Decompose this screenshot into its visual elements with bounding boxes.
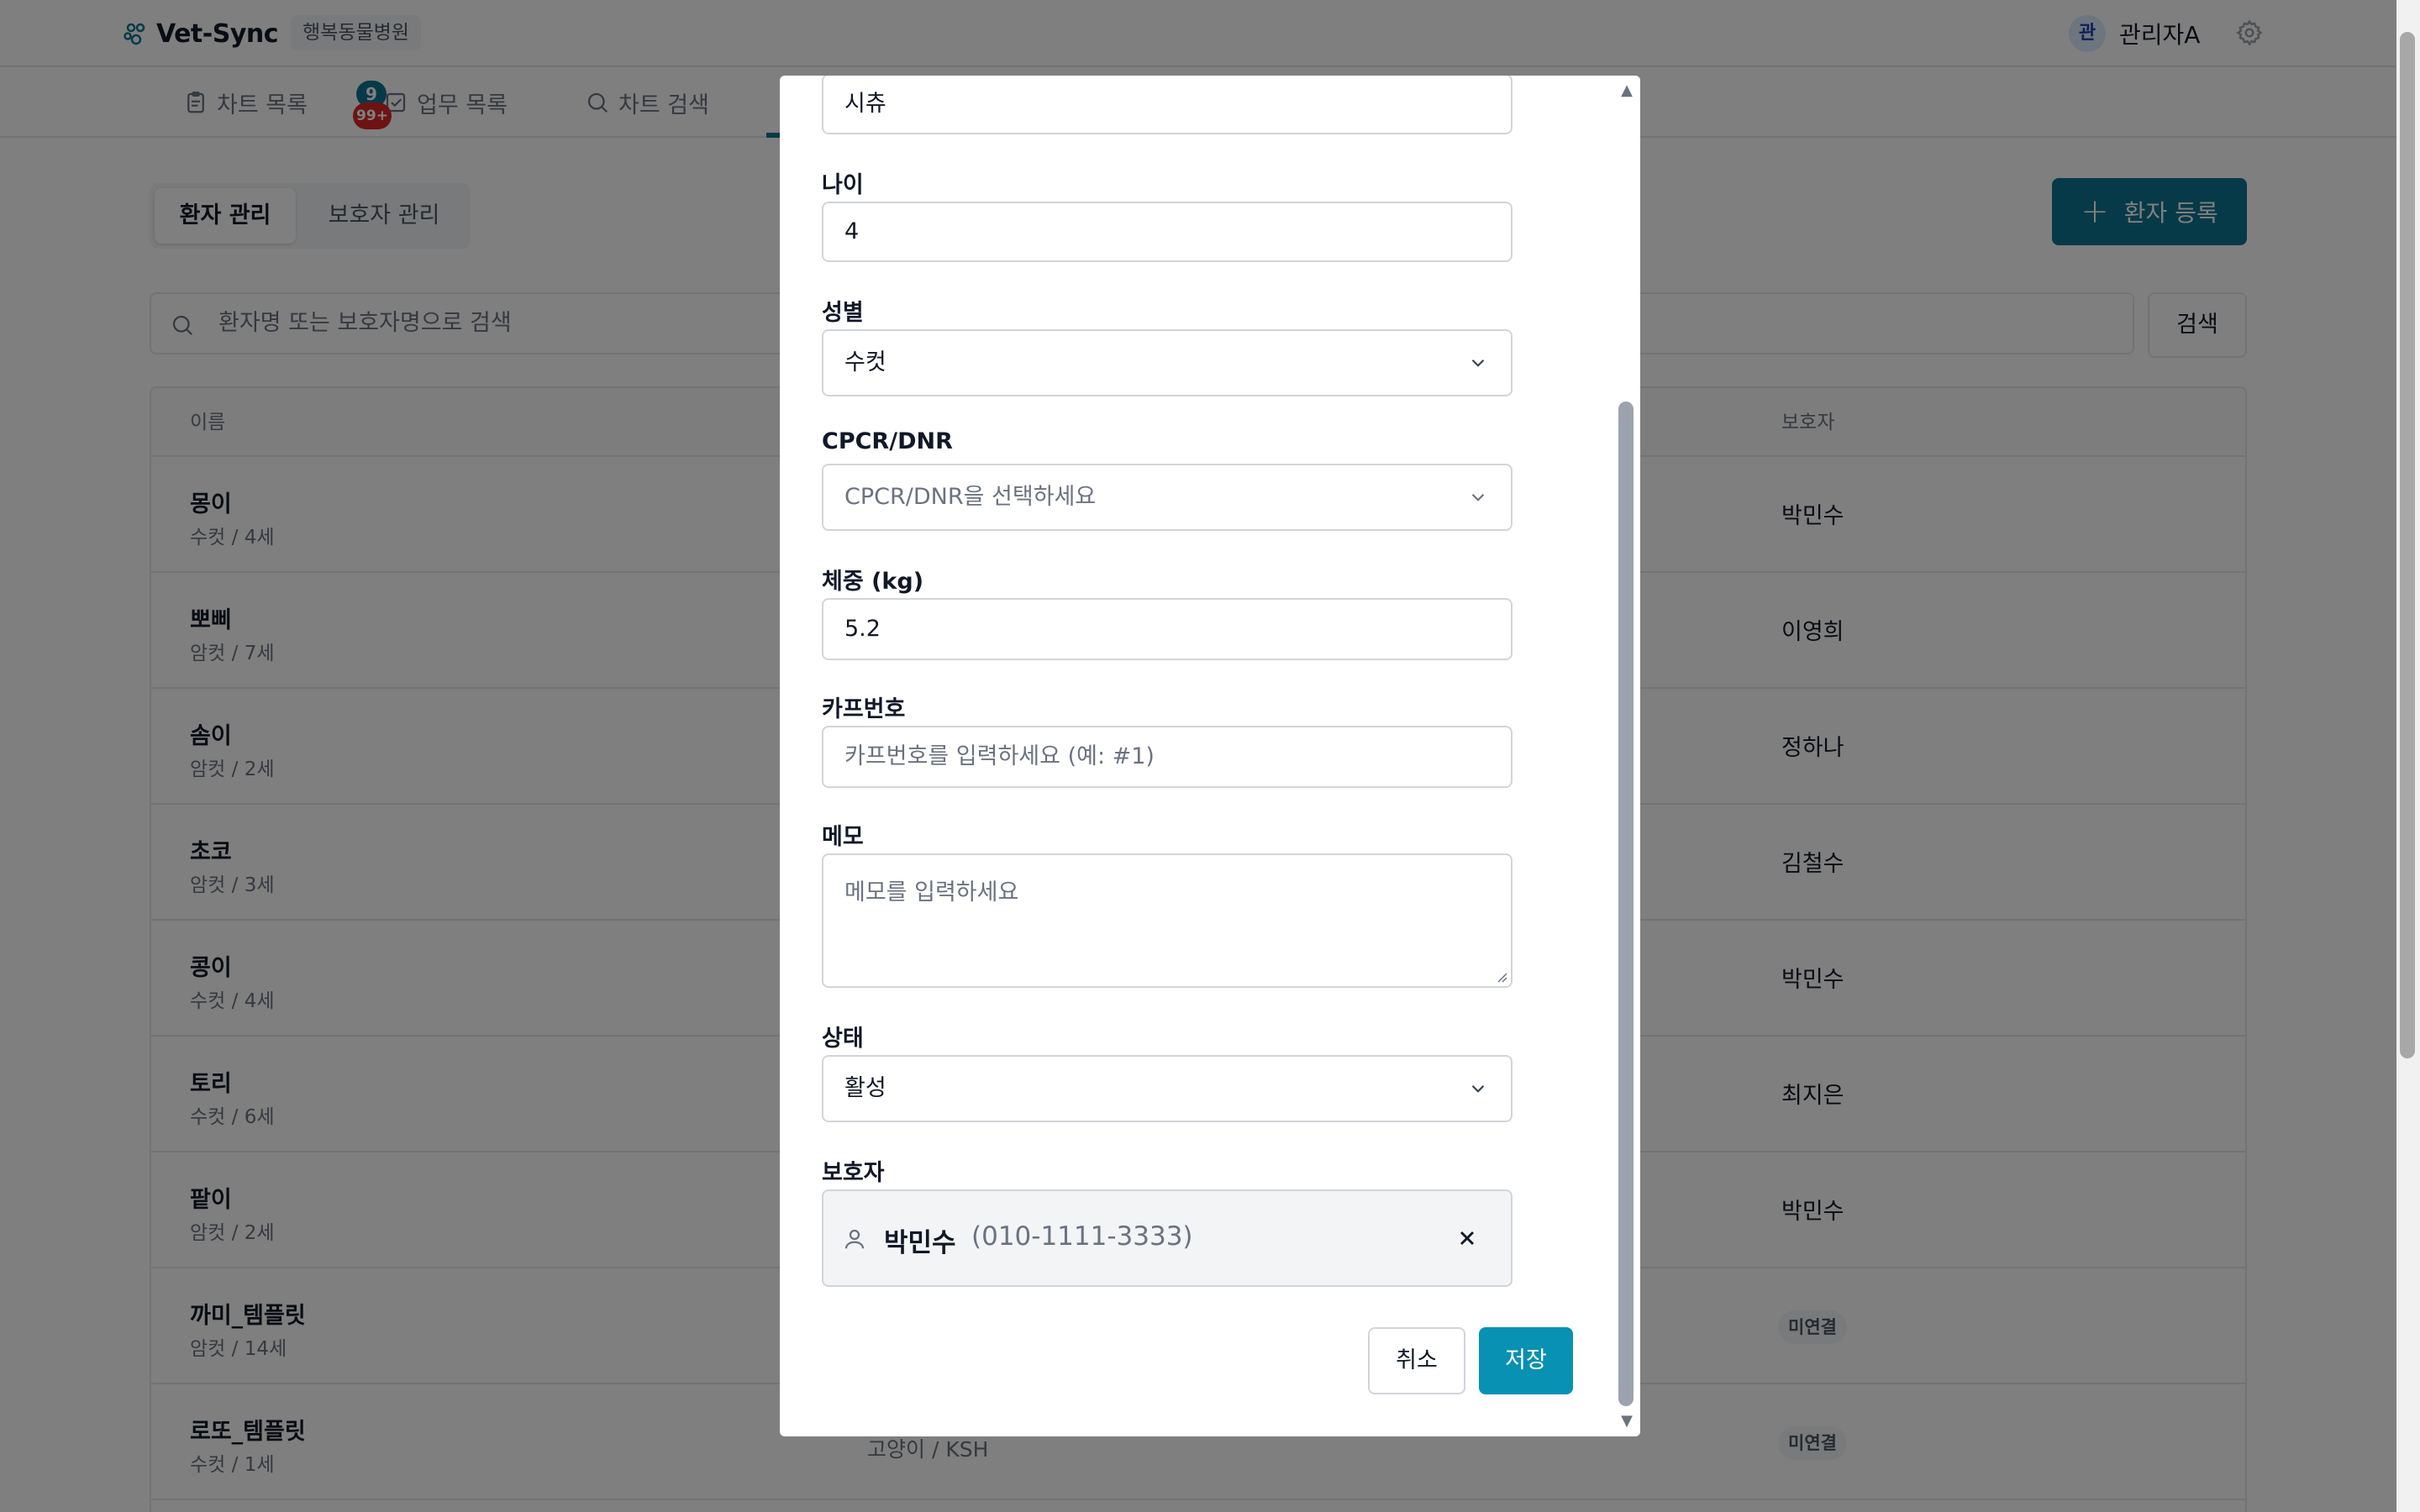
close-icon[interactable]	[1455, 1226, 1479, 1250]
memo-label: 메모	[822, 824, 864, 850]
resize-handle-icon[interactable]	[1496, 971, 1507, 983]
age-value: 4	[844, 218, 860, 244]
status-label: 상태	[822, 1026, 864, 1052]
selected-owner: 박민수 (010-1111-3333)	[822, 1189, 1512, 1287]
memo-placeholder: 메모를 입력하세요	[844, 879, 1019, 906]
cage-placeholder: 카프번호를 입력하세요 (예: #1)	[844, 743, 1155, 769]
owner-label: 보호자	[822, 1160, 885, 1186]
cancel-button[interactable]: 취소	[1368, 1327, 1465, 1394]
edit-patient-modal: 시츄 나이 4 성별 수컷 CPCR/DNR CPCR/DNR을 선택하세요 체…	[780, 76, 1640, 1436]
scroll-up-icon[interactable]: ▲	[1618, 82, 1635, 99]
scroll-down-icon[interactable]: ▼	[1618, 1413, 1635, 1430]
age-label: 나이	[822, 172, 864, 198]
cpcr-placeholder: CPCR/DNR을 선택하세요	[844, 484, 1097, 510]
owner-phone: (010-1111-3333)	[971, 1221, 1193, 1252]
status-value: 활성	[844, 1075, 886, 1101]
cpcr-select[interactable]: CPCR/DNR을 선택하세요	[822, 464, 1512, 531]
chevron-down-icon	[1471, 493, 1485, 501]
breed-input[interactable]: 시츄	[822, 76, 1512, 134]
memo-textarea[interactable]: 메모를 입력하세요	[822, 853, 1512, 988]
owner-name: 박민수	[884, 1228, 956, 1258]
chevron-down-icon	[1471, 1084, 1485, 1093]
cage-input[interactable]: 카프번호를 입력하세요 (예: #1)	[822, 726, 1512, 788]
weight-label: 체중 (kg)	[822, 569, 924, 595]
page-scrollbar-thumb[interactable]	[2400, 32, 2415, 1058]
breed-value: 시츄	[844, 91, 886, 117]
sex-select[interactable]: 수컷	[822, 329, 1512, 396]
chevron-down-icon	[1471, 359, 1485, 367]
user-icon	[844, 1229, 865, 1249]
sex-label: 성별	[822, 300, 864, 326]
cpcr-label: CPCR/DNR	[822, 428, 953, 454]
modal-scrollbar-thumb[interactable]	[1618, 402, 1634, 1406]
sex-value: 수컷	[844, 349, 886, 375]
cage-label: 카프번호	[822, 696, 906, 722]
save-button[interactable]: 저장	[1479, 1327, 1573, 1394]
weight-value: 5.2	[844, 616, 881, 642]
age-input[interactable]: 4	[822, 202, 1512, 262]
status-select[interactable]: 활성	[822, 1055, 1512, 1122]
weight-input[interactable]: 5.2	[822, 598, 1512, 660]
